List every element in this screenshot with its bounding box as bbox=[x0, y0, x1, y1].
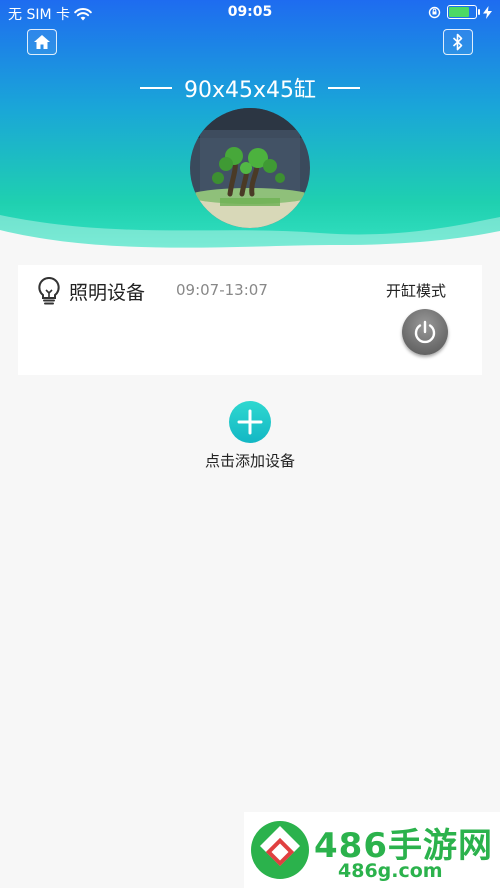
add-device-button[interactable] bbox=[229, 401, 271, 443]
home-button[interactable] bbox=[27, 29, 57, 55]
aquarium-image bbox=[190, 108, 310, 228]
power-button[interactable] bbox=[402, 309, 448, 355]
bluetooth-button[interactable] bbox=[443, 29, 473, 55]
mode-label: 开缸模式 bbox=[386, 282, 447, 300]
orientation-lock-icon bbox=[428, 6, 441, 18]
tank-title: 90x45x45缸 bbox=[0, 72, 500, 104]
power-icon bbox=[414, 320, 436, 344]
add-device-label[interactable]: 点击添加设备 bbox=[0, 450, 500, 471]
title-dash-right bbox=[328, 87, 361, 89]
battery-icon bbox=[447, 5, 480, 19]
tank-name: 90x45x45缸 bbox=[183, 78, 317, 103]
home-icon bbox=[34, 35, 50, 49]
watermark: 486手游网 486g.com bbox=[244, 812, 500, 888]
device-name: 照明设备 bbox=[69, 282, 146, 304]
watermark-url: 486g.com bbox=[338, 860, 443, 882]
device-card[interactable]: 照明设备 09:07-13:07 开缸模式 bbox=[18, 265, 482, 375]
battery-level bbox=[449, 7, 469, 17]
lightbulb-icon bbox=[38, 276, 60, 305]
status-bar: 无 SIM 卡 09:05 bbox=[0, 0, 500, 26]
tank-photo[interactable] bbox=[190, 108, 310, 228]
plus-icon bbox=[237, 409, 263, 435]
charging-icon bbox=[483, 5, 492, 19]
status-time: 09:05 bbox=[227, 4, 273, 20]
bluetooth-icon bbox=[452, 33, 463, 51]
device-schedule: 09:07-13:07 bbox=[176, 281, 268, 299]
title-dash-left bbox=[139, 87, 172, 89]
watermark-logo bbox=[251, 821, 309, 879]
